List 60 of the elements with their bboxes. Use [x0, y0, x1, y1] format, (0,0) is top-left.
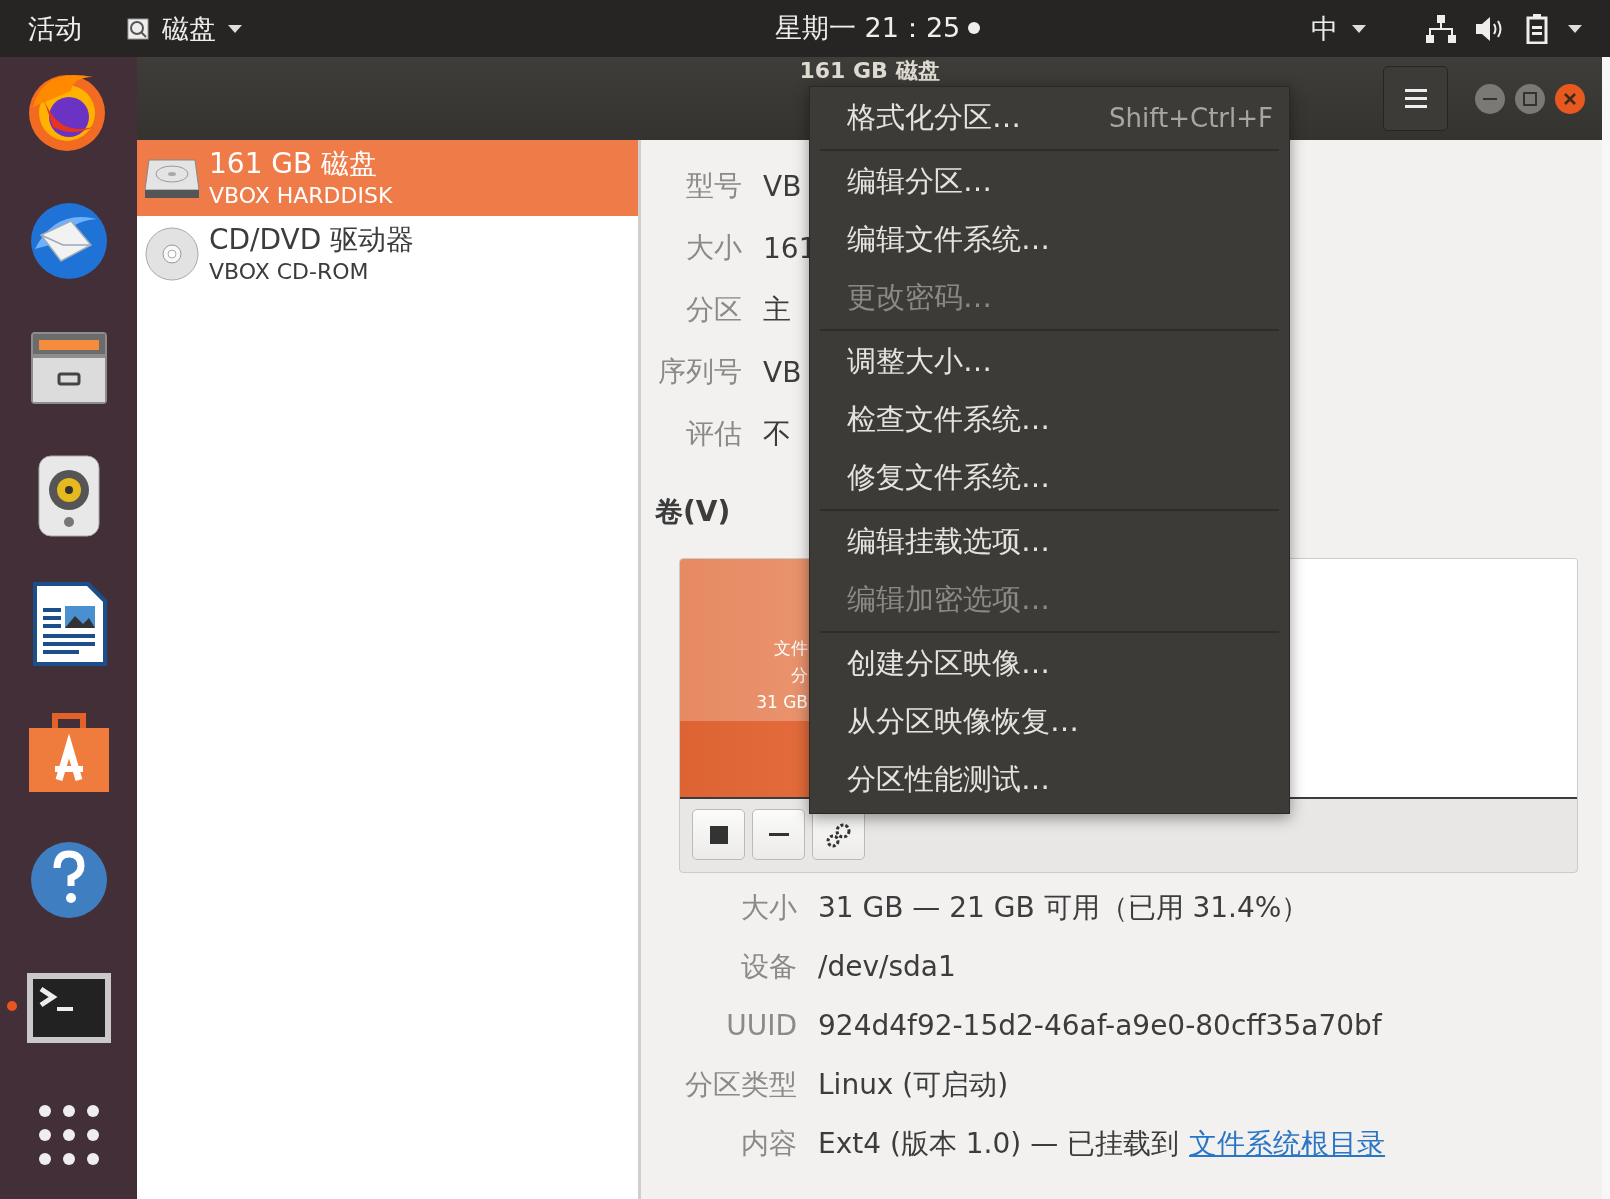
field-label: 分区: [685, 292, 742, 328]
field-label: 评估: [685, 416, 742, 452]
input-method-menu[interactable]: 中: [1311, 10, 1366, 47]
app-menu[interactable]: 磁盘: [126, 10, 242, 47]
caret-icon: [1352, 24, 1366, 33]
menu-item[interactable]: 编辑分区…: [810, 153, 1289, 211]
device-name: 161 GB 磁盘: [209, 146, 379, 182]
field-value: 不: [763, 416, 791, 452]
app-menu-label: 磁盘: [162, 11, 216, 46]
field-value: 主: [763, 292, 791, 328]
field-label: 设备: [740, 948, 797, 985]
field-label: 内容: [740, 1125, 797, 1162]
caret-icon: [1568, 24, 1582, 33]
partition-label: 文件: [774, 636, 808, 660]
menu-item[interactable]: 检查文件系统…: [810, 391, 1289, 449]
notification-dot-icon: [968, 22, 981, 34]
field-value: 31 GB — 21 GB 可用（已用 31.4%）: [818, 889, 1310, 926]
field-label: 序列号: [657, 354, 742, 390]
battery-icon: [1526, 13, 1548, 44]
menu-icon: [1404, 88, 1427, 109]
menu-item-label: 格式化分区…: [847, 99, 1021, 136]
field-label: 分区类型: [684, 1066, 797, 1103]
stop-icon: [709, 825, 728, 844]
delete-partition-button[interactable]: [752, 809, 805, 860]
device-name: CD/DVD 驱动器: [209, 222, 415, 258]
device-model: VBOX CD-ROM: [209, 258, 370, 286]
window-title: 161 GB 磁盘: [799, 58, 940, 84]
shortcut-label: Shift+Ctrl+F: [1109, 103, 1273, 133]
field-label: UUID: [725, 1009, 797, 1042]
field-label: 型号: [685, 168, 742, 204]
mount-point-link[interactable]: 文件系统根目录: [1189, 1126, 1386, 1160]
maximize-button[interactable]: [1514, 82, 1546, 115]
network-icon: [1426, 14, 1456, 43]
disc-icon: [143, 225, 201, 283]
close-button[interactable]: [1554, 82, 1586, 115]
partition-label: 分: [791, 663, 808, 687]
field-value: /dev/sda1: [818, 950, 956, 983]
unmount-button[interactable]: [692, 809, 745, 860]
device-model: VBOX HARDDISK: [209, 182, 393, 210]
input-method-label: 中: [1311, 11, 1338, 46]
field-value: Ext4 (版本 1.0) — 已挂载到: [818, 1126, 1180, 1160]
menu-item[interactable]: 修复文件系统…: [810, 449, 1289, 507]
menu-item[interactable]: 格式化分区… Shift+Ctrl+F: [810, 89, 1289, 147]
field-value: Linux (可启动): [818, 1066, 1009, 1103]
field-value: VB: [763, 355, 802, 389]
menu-item[interactable]: 编辑文件系统…: [810, 211, 1289, 269]
minimize-button[interactable]: [1474, 82, 1506, 115]
field-value: VB: [763, 169, 802, 203]
partition-label: 31 GB: [756, 690, 808, 714]
minus-icon: [768, 833, 789, 836]
menu-button[interactable]: [1383, 66, 1448, 131]
caret-icon: [228, 24, 242, 33]
section-heading: 卷(V): [655, 494, 732, 530]
device-item[interactable]: CD/DVD 驱动器 VBOX CD-ROM: [137, 216, 638, 292]
field-label: 大小: [685, 230, 742, 266]
field-label: 大小: [740, 889, 797, 926]
status-menu[interactable]: [1426, 13, 1582, 44]
activities-button[interactable]: 活动: [28, 10, 82, 47]
field-value: 924d4f92-15d2-46af-a9e0-80cff35a70bf: [818, 1009, 1382, 1042]
menu-item[interactable]: 调整大小…: [810, 333, 1289, 391]
